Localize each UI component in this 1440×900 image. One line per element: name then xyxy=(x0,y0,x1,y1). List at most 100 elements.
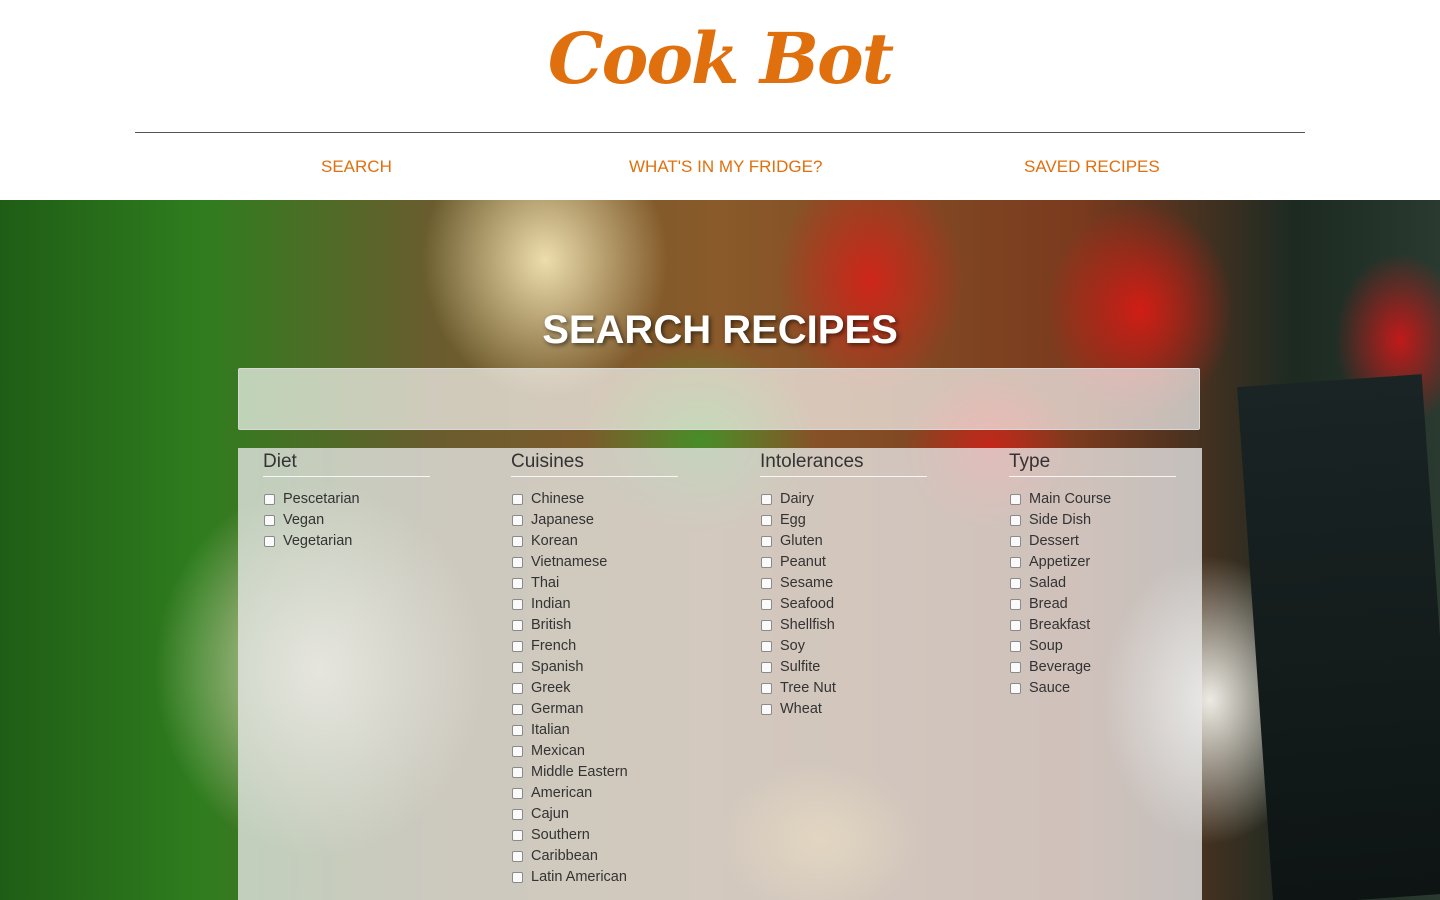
filter-option-label: French xyxy=(531,638,577,654)
filter-option[interactable]: Indian xyxy=(511,594,678,615)
filter-option[interactable]: Seafood xyxy=(760,594,927,615)
hero-section: SEARCH RECIPES Diet Pescetarian Vegan Vege… xyxy=(0,200,1440,900)
filter-option[interactable]: Egg xyxy=(760,510,927,531)
filter-checkbox[interactable] xyxy=(512,746,523,757)
filter-option[interactable]: Italian xyxy=(511,720,678,741)
filter-option[interactable]: Peanut xyxy=(760,552,927,573)
filter-checkbox[interactable] xyxy=(512,830,523,841)
filter-checkbox[interactable] xyxy=(512,641,523,652)
filter-option-label: Peanut xyxy=(780,554,826,570)
filter-checkbox[interactable] xyxy=(512,809,523,820)
nav-saved-recipes-link[interactable]: SAVED RECIPES xyxy=(1024,157,1160,177)
filter-checkbox[interactable] xyxy=(512,788,523,799)
filter-checkbox[interactable] xyxy=(264,515,275,526)
filter-checkbox[interactable] xyxy=(512,578,523,589)
filter-option[interactable]: Greek xyxy=(511,678,678,699)
filter-option[interactable]: American xyxy=(511,783,678,804)
nav-search-link[interactable]: SEARCH xyxy=(321,157,392,177)
search-input[interactable] xyxy=(238,368,1200,430)
filter-option[interactable]: Shellfish xyxy=(760,615,927,636)
filter-option[interactable]: Japanese xyxy=(511,510,678,531)
filter-option[interactable]: Gluten xyxy=(760,531,927,552)
filter-option-label: Vegetarian xyxy=(283,533,353,549)
filter-checkbox[interactable] xyxy=(1010,557,1021,568)
filter-option-label: Sauce xyxy=(1029,680,1071,696)
filter-option[interactable]: Dessert xyxy=(1009,531,1176,552)
filter-checkbox[interactable] xyxy=(1010,536,1021,547)
filter-option[interactable]: Soy xyxy=(760,636,927,657)
filter-checkbox[interactable] xyxy=(1010,494,1021,505)
filter-checkbox[interactable] xyxy=(761,641,772,652)
filter-option[interactable]: Wheat xyxy=(760,699,927,720)
filter-checkbox[interactable] xyxy=(761,683,772,694)
filter-checkbox[interactable] xyxy=(512,620,523,631)
filter-checkbox[interactable] xyxy=(512,872,523,883)
filter-checkbox[interactable] xyxy=(512,662,523,673)
filter-checkbox[interactable] xyxy=(264,536,275,547)
filter-checkbox[interactable] xyxy=(1010,620,1021,631)
filter-checkbox[interactable] xyxy=(512,557,523,568)
filter-option[interactable]: Korean xyxy=(511,531,678,552)
filter-checkbox[interactable] xyxy=(761,578,772,589)
filter-option[interactable]: Side Dish xyxy=(1009,510,1176,531)
filter-checkbox[interactable] xyxy=(1010,515,1021,526)
filter-option-label: Spanish xyxy=(531,659,584,675)
filter-checkbox[interactable] xyxy=(512,683,523,694)
filter-option[interactable]: Breakfast xyxy=(1009,615,1176,636)
filter-option[interactable]: Dairy xyxy=(760,489,927,510)
filter-checkbox[interactable] xyxy=(512,515,523,526)
filter-option[interactable]: Vegan xyxy=(263,510,430,531)
filter-option[interactable]: Sesame xyxy=(760,573,927,594)
filter-option[interactable]: Mexican xyxy=(511,741,678,762)
filter-option-label: Salad xyxy=(1029,575,1067,591)
filter-checkbox[interactable] xyxy=(761,620,772,631)
filter-checkbox[interactable] xyxy=(761,599,772,610)
filter-option[interactable]: German xyxy=(511,699,678,720)
filter-options-list: Chinese Japanese Korean Vietnamese Thai India… xyxy=(511,489,678,888)
filter-option[interactable]: Southern xyxy=(511,825,678,846)
filter-option[interactable]: Salad xyxy=(1009,573,1176,594)
filter-option[interactable]: Vietnamese xyxy=(511,552,678,573)
site-logo[interactable]: Cook Bot xyxy=(0,14,1440,104)
filter-option[interactable]: Spanish xyxy=(511,657,678,678)
filter-checkbox[interactable] xyxy=(512,851,523,862)
filter-option[interactable]: Vegetarian xyxy=(263,531,430,552)
filter-checkbox[interactable] xyxy=(512,767,523,778)
filter-option[interactable]: British xyxy=(511,615,678,636)
filter-option[interactable]: Beverage xyxy=(1009,657,1176,678)
filter-checkbox[interactable] xyxy=(761,704,772,715)
filter-checkbox[interactable] xyxy=(264,494,275,505)
filter-option[interactable]: Main Course xyxy=(1009,489,1176,510)
filter-checkbox[interactable] xyxy=(761,494,772,505)
filter-checkbox[interactable] xyxy=(761,662,772,673)
filter-checkbox[interactable] xyxy=(1010,578,1021,589)
filter-option[interactable]: Soup xyxy=(1009,636,1176,657)
filter-checkbox[interactable] xyxy=(512,704,523,715)
nav-fridge-link[interactable]: WHAT'S IN MY FRIDGE? xyxy=(629,157,822,177)
filter-option[interactable]: French xyxy=(511,636,678,657)
filter-option[interactable]: Appetizer xyxy=(1009,552,1176,573)
filter-option[interactable]: Sauce xyxy=(1009,678,1176,699)
filter-option[interactable]: Caribbean xyxy=(511,846,678,867)
filter-option[interactable]: Bread xyxy=(1009,594,1176,615)
filter-option[interactable]: Middle Eastern xyxy=(511,762,678,783)
filter-checkbox[interactable] xyxy=(512,536,523,547)
filter-checkbox[interactable] xyxy=(761,515,772,526)
filter-option[interactable]: Sulfite xyxy=(760,657,927,678)
filter-option[interactable]: Chinese xyxy=(511,489,678,510)
filter-checkbox[interactable] xyxy=(1010,599,1021,610)
filter-checkbox[interactable] xyxy=(761,536,772,547)
filter-checkbox[interactable] xyxy=(1010,641,1021,652)
filter-checkbox[interactable] xyxy=(512,599,523,610)
filter-option[interactable]: Thai xyxy=(511,573,678,594)
filter-option[interactable]: Tree Nut xyxy=(760,678,927,699)
filter-checkbox[interactable] xyxy=(1010,683,1021,694)
filter-option-label: Shellfish xyxy=(780,617,835,633)
filter-checkbox[interactable] xyxy=(761,557,772,568)
filter-checkbox[interactable] xyxy=(512,725,523,736)
filter-option[interactable]: Cajun xyxy=(511,804,678,825)
filter-option[interactable]: Latin American xyxy=(511,867,678,888)
filter-option[interactable]: Pescetarian xyxy=(263,489,430,510)
filter-checkbox[interactable] xyxy=(512,494,523,505)
filter-checkbox[interactable] xyxy=(1010,662,1021,673)
